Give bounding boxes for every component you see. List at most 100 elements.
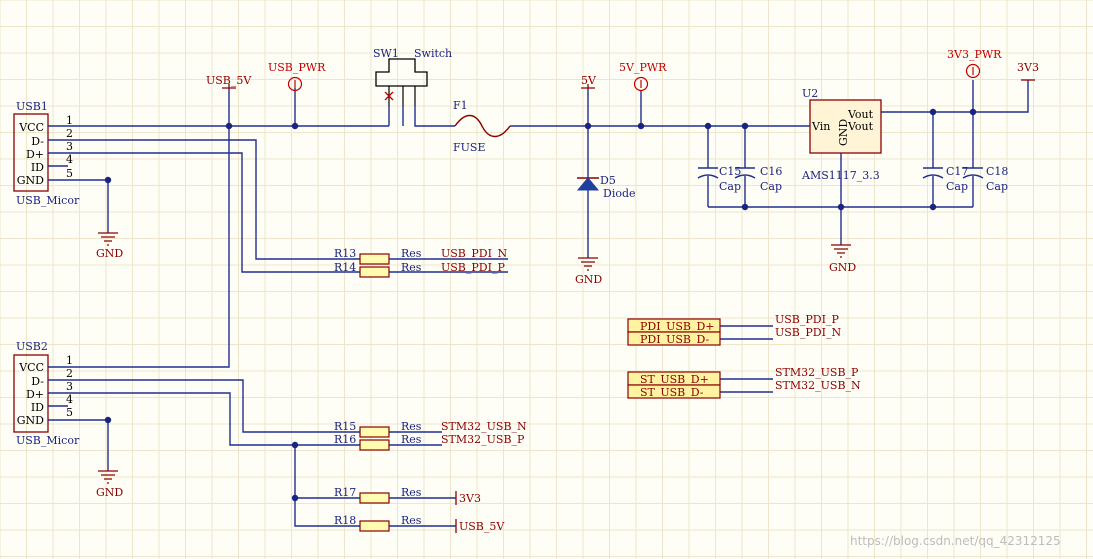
diode-icon — [576, 177, 600, 191]
watermark-text: https://blog.csdn.net/qq_42312125 — [850, 534, 1061, 548]
gnd-symbol-usb2[interactable]: GND — [96, 470, 123, 499]
usb-5v-label: USB_5V — [206, 74, 252, 87]
usb2-pin-label: D- — [31, 375, 44, 388]
three-v3-port[interactable]: 3V3 — [1017, 61, 1039, 81]
cap-designator: C17 — [946, 165, 968, 178]
schematic-canvas: USB1 USB_Micor VCC D- D+ ID GND 1 2 3 4 … — [0, 0, 1093, 559]
usb-5v-port[interactable]: USB_5V — [206, 74, 252, 89]
resistor-r17[interactable]: R17 Res 3V3 — [334, 486, 481, 505]
port-label: ST_USB_D- — [640, 386, 704, 399]
usb2-pin-number: 1 — [66, 354, 73, 367]
resistor-comment: Res — [401, 261, 422, 274]
usb1-comment: USB_Micor — [16, 194, 80, 207]
usb1-designator: USB1 — [16, 100, 48, 113]
usb1-pin-number: 1 — [66, 114, 73, 127]
gnd-symbol-usb1[interactable]: GND — [96, 232, 123, 260]
sw1-switch[interactable]: SW1 Switch — [373, 47, 452, 106]
usb2-pin-label: D+ — [26, 388, 44, 401]
resistor-designator: R14 — [334, 261, 356, 274]
five-v-pwr-testpoint[interactable]: 5V_PWR — [619, 61, 667, 92]
cap-designator: C16 — [760, 165, 782, 178]
gnd-label: GND — [96, 247, 123, 260]
d5-designator: D5 — [600, 174, 616, 187]
resistor-comment: Res — [401, 247, 422, 260]
switch-pins — [388, 86, 416, 106]
usb2-pin-label: ID — [31, 401, 44, 414]
f1-designator: F1 — [453, 99, 468, 112]
net-label: USB_5V — [459, 520, 505, 533]
usb-pwr-testpoint[interactable]: USB_PWR — [268, 61, 326, 92]
u2-designator: U2 — [802, 87, 818, 100]
usb2-designator: USB2 — [16, 340, 48, 353]
gnd-label: GND — [96, 486, 123, 499]
cap-comment: Cap — [946, 180, 968, 193]
port-label: ST_USB_D+ — [640, 373, 709, 386]
usb1-pin-label: ID — [31, 161, 44, 174]
usb2-pin-number: 5 — [66, 406, 73, 419]
cap-c18[interactable]: C18 Cap — [962, 165, 1008, 193]
cap-comment: Cap — [719, 180, 741, 193]
junction-dot — [637, 122, 645, 130]
net-label: STM32_USB_N — [441, 420, 527, 433]
net-label: STM32_USB_N — [775, 379, 861, 392]
gnd-label: GND — [829, 261, 856, 274]
u2-pin-vout: Vout — [847, 120, 874, 133]
resistor-body — [359, 492, 390, 504]
usb1-pin-number: 5 — [66, 167, 73, 180]
wire-pdi-ports — [720, 325, 773, 340]
resistor-body — [359, 439, 390, 451]
three-v3-pwr-testpoint[interactable]: 3V3_PWR — [947, 48, 1002, 79]
d5-diode[interactable]: D5 Diode — [576, 174, 636, 200]
wire-usb2-dplus — [48, 392, 360, 446]
resistor-designator: R17 — [334, 486, 356, 499]
cap-comment: Cap — [760, 180, 782, 193]
resistor-body — [359, 520, 390, 532]
net-label: USB_PDI_P — [441, 261, 505, 274]
sw1-comment: Switch — [414, 47, 452, 60]
wire-usb1-dminus — [48, 139, 360, 260]
resistor-designator: R18 — [334, 514, 356, 527]
usb-pwr-label: USB_PWR — [268, 61, 326, 74]
wire-sw-out — [414, 106, 455, 127]
usb1-pin-label: VCC — [18, 121, 44, 134]
junction-dot — [291, 122, 299, 130]
u2-pin-vin: Vin — [811, 120, 830, 133]
ground-icon — [578, 257, 598, 271]
cap-designator: C18 — [986, 165, 1008, 178]
junctions — [104, 108, 977, 502]
port-label: PDI_USB_D+ — [640, 320, 715, 333]
five-v-port[interactable]: 5V — [581, 74, 597, 89]
gnd-symbol-regulator[interactable]: GND — [829, 244, 856, 274]
net-label: USB_PDI_N — [775, 326, 841, 339]
five-v-pwr-label: 5V_PWR — [619, 61, 667, 74]
junction-dot — [225, 122, 233, 130]
cap-c15[interactable]: C15 Cap — [697, 165, 741, 193]
resistor-comment: Res — [401, 486, 422, 499]
resistor-body — [359, 426, 390, 438]
resistor-comment: Res — [401, 433, 422, 446]
junction-dot — [969, 108, 977, 116]
cap-c17[interactable]: C17 Cap — [922, 165, 968, 193]
resistor-body — [359, 266, 390, 278]
junction-dot — [929, 203, 937, 211]
resistor-designator: R13 — [334, 247, 356, 260]
wire-st-ports — [720, 378, 773, 393]
junction-dot — [741, 203, 749, 211]
cap-comment: Cap — [986, 180, 1008, 193]
wire-pullup-out — [389, 497, 456, 527]
resistor-designator: R15 — [334, 420, 356, 433]
usb1-pin-label: D- — [31, 135, 44, 148]
gnd-symbol-diode[interactable]: GND — [575, 257, 602, 286]
net-label: 3V3 — [459, 492, 481, 505]
wire-usb-5v-bus — [48, 88, 230, 368]
usb1-pin-number: 2 — [66, 127, 73, 140]
usb1-pin-number: 3 — [66, 140, 73, 153]
f1-fuse[interactable]: F1 FUSE — [453, 99, 511, 154]
five-v-label: 5V — [581, 74, 597, 87]
net-label: USB_PDI_P — [775, 313, 839, 326]
usb2-pin-number: 4 — [66, 393, 73, 406]
junction-dot — [291, 494, 299, 502]
switch-body — [375, 58, 428, 87]
usb2-pin-label: VCC — [18, 361, 44, 374]
usb1-pin-number: 4 — [66, 153, 73, 166]
